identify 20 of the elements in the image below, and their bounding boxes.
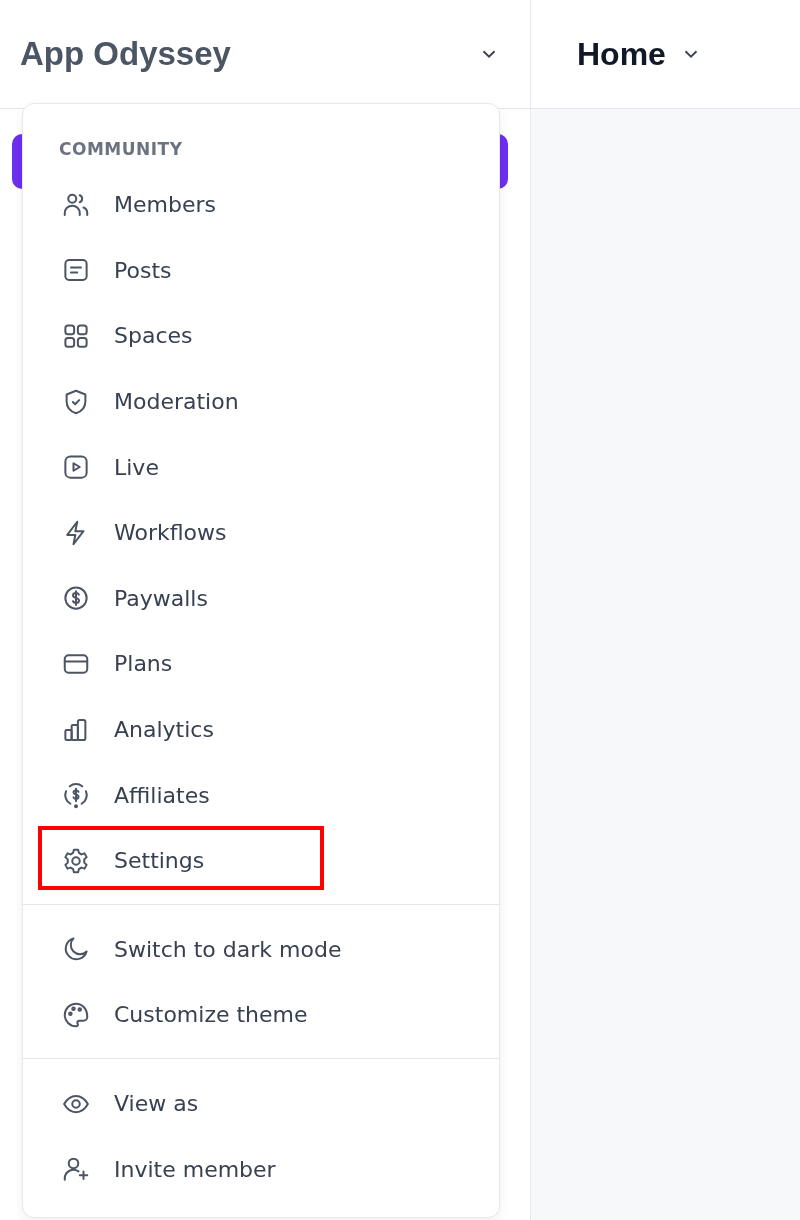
menu-item[interactable]: Analytics (23, 696, 499, 763)
page-title: Home (577, 35, 666, 73)
menu-item[interactable]: Workflows (23, 499, 499, 566)
menu-item[interactable]: Posts (23, 237, 499, 304)
menu-item[interactable]: Plans (23, 631, 499, 697)
menu-item[interactable]: Customize theme (23, 982, 499, 1048)
menu-item[interactable]: Switch to dark mode (23, 916, 499, 983)
dollar-badge-icon (61, 780, 91, 811)
menu-item[interactable]: Affiliates (23, 762, 499, 828)
menu-item[interactable]: Invite member (23, 1136, 499, 1202)
menu-item[interactable]: Paywalls (23, 565, 499, 632)
menu-item[interactable]: Members (23, 172, 499, 238)
menu-item[interactable]: Settings (23, 827, 499, 894)
grid-icon (61, 321, 91, 351)
menu-item[interactable]: Live (23, 434, 499, 500)
menu-item[interactable]: Moderation (23, 368, 499, 435)
menu-item[interactable]: View as (23, 1070, 499, 1137)
section-label: COMMUNITY (58, 138, 184, 161)
menu-item[interactable]: Spaces (23, 303, 499, 369)
workspace-name: App Odyssey (20, 35, 231, 73)
